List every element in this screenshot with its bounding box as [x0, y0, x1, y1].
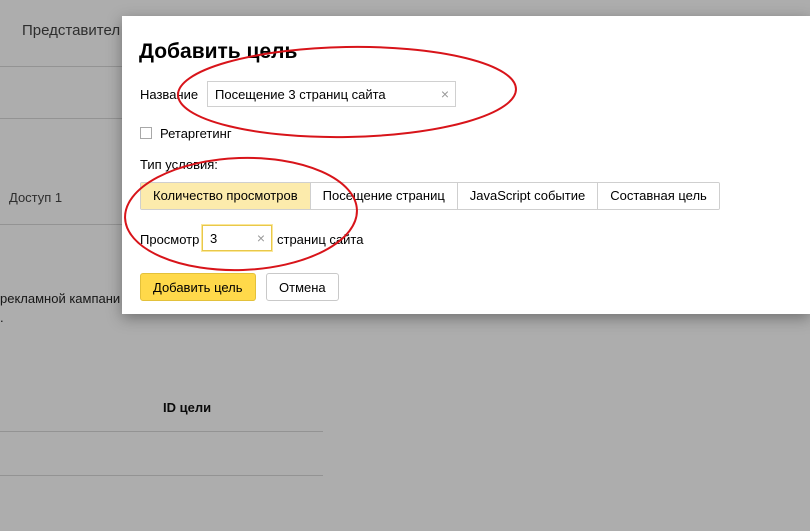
dialog-title: Добавить цель [139, 40, 298, 63]
tab-views-count[interactable]: Количество просмотров [141, 183, 311, 209]
retargeting-checkbox[interactable] [140, 127, 152, 139]
condition-type-label: Тип условия: [140, 157, 218, 172]
retargeting-label[interactable]: Ретаргетинг [160, 126, 232, 141]
tab-javascript-event[interactable]: JavaScript событие [457, 183, 599, 209]
views-suffix-label: страниц сайта [277, 232, 364, 247]
name-label: Название [140, 87, 199, 102]
page: Представител Доступ 1 рекламной кампани … [0, 0, 810, 531]
add-goal-dialog: Добавить цель Название Посещение 3 стран… [122, 16, 810, 314]
views-count-value: 3 [210, 231, 218, 246]
tab-page-visits[interactable]: Посещение страниц [310, 183, 458, 209]
views-label: Просмотр [140, 232, 200, 247]
tab-composite-goal[interactable]: Составная цель [598, 183, 719, 209]
clear-icon[interactable]: × [441, 86, 449, 102]
cancel-button[interactable]: Отмена [266, 273, 339, 301]
condition-type-tabs: Количество просмотров Посещение страниц … [140, 182, 720, 210]
clear-icon[interactable]: × [257, 230, 265, 246]
add-goal-button[interactable]: Добавить цель [140, 273, 256, 301]
views-count-input[interactable]: 3 × [202, 225, 272, 251]
goal-name-value: Посещение 3 страниц сайта [215, 87, 386, 102]
goal-name-input[interactable]: Посещение 3 страниц сайта × [207, 81, 456, 107]
